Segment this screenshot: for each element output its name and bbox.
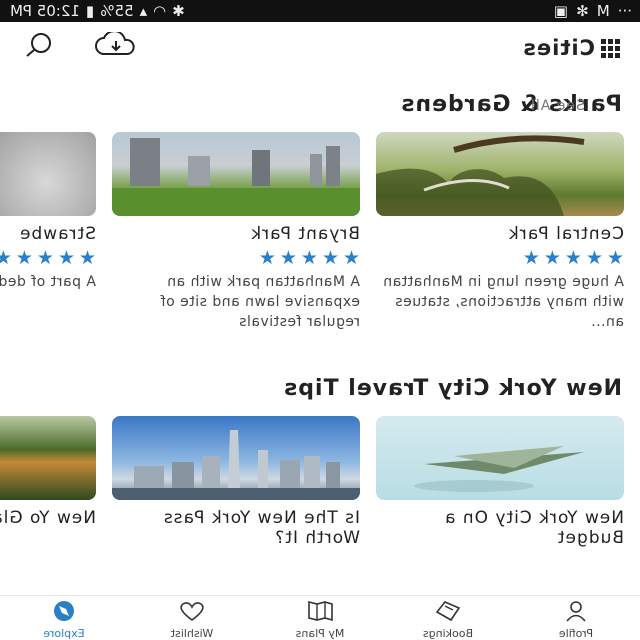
fan-icon: ✻: [576, 2, 589, 20]
star-rating: ★★★★★: [0, 247, 96, 269]
money-plane-image: [376, 416, 624, 500]
bluetooth-icon: ✱: [172, 2, 185, 20]
nyc-skyline-image: [112, 416, 360, 500]
app-bar: Cities: [0, 22, 640, 74]
card-title: Bryant Park: [250, 224, 360, 244]
tip-card[interactable]: Is The New York Pass Worth It?: [112, 416, 360, 548]
tab-label: Profile: [558, 627, 594, 640]
central-park-lake-image: [0, 416, 96, 500]
card-description: A Manhattan park with an expansive lawn …: [160, 274, 360, 330]
section-title-tips: New York City Travel Tips: [283, 376, 622, 401]
tab-explore[interactable]: Explore: [0, 596, 128, 640]
wifi-icon: ◠: [153, 2, 167, 20]
tab-wishlist[interactable]: Wishlist: [128, 596, 256, 640]
clock: 12:05 PM: [10, 2, 80, 20]
place-card[interactable]: Central Park ★★★★★ A huge green lung in …: [376, 132, 624, 332]
tab-label: Wishlist: [170, 627, 214, 640]
cities-logo-icon: [601, 38, 620, 58]
card-title: New York City On a Budget: [444, 508, 624, 548]
compass-icon: [54, 601, 74, 621]
gmail-icon: M: [596, 2, 610, 20]
strawberry-fields-image: [0, 132, 96, 216]
tab-bookings[interactable]: Bookings: [384, 596, 512, 640]
star-rating: ★★★★★: [518, 247, 624, 269]
star-rating: ★★★★★: [254, 247, 360, 269]
bottom-tab-bar: Profile Bookings My Plans Wishlist Explo…: [0, 595, 640, 640]
tip-card[interactable]: New Yo Glance: [0, 416, 96, 528]
card-title: New Yo Glance: [0, 508, 96, 528]
section-title-parks: Parks & Gardens: [400, 92, 622, 117]
tab-label: My Plans: [295, 627, 345, 640]
download-cloud-icon[interactable]: [94, 32, 138, 58]
card-title: Central Park: [507, 224, 624, 244]
tab-profile[interactable]: Profile: [512, 596, 640, 640]
battery-icon: ▮: [85, 2, 95, 20]
app-logo[interactable]: Cities: [522, 36, 620, 60]
screen: ··· M ✻ ▣ ✱ ◠ ▴ 55% ▮ 12:05 PM Cities Pa…: [0, 0, 640, 640]
place-card[interactable]: Strawbe ★★★★★ A part of dedicate Lennon: [0, 132, 96, 292]
signal-icon: ▴: [139, 2, 148, 20]
card-title: Strawbe: [18, 224, 96, 244]
overflow-dots: ···: [617, 2, 632, 20]
app-name: Cities: [522, 36, 595, 60]
heart-icon: [180, 602, 204, 621]
card-description: A part of dedicate Lennon: [0, 274, 96, 290]
notification-icon: ▣: [553, 2, 569, 20]
map-icon: [308, 600, 333, 622]
search-icon[interactable]: [24, 32, 54, 58]
central-park-image: [376, 132, 624, 216]
tip-card[interactable]: New York City On a Budget: [376, 416, 624, 548]
bryant-park-image: [112, 132, 360, 216]
tab-label: Bookings: [422, 627, 474, 640]
card-title: Is The New York Pass Worth It?: [162, 508, 360, 548]
status-bar: ··· M ✻ ▣ ✱ ◠ ▴ 55% ▮ 12:05 PM: [0, 0, 640, 22]
tab-label: Explore: [43, 627, 85, 640]
see-all-link[interactable]: See All: [530, 98, 585, 114]
place-card[interactable]: Bryant Park ★★★★★ A Manhattan park with …: [112, 132, 360, 332]
ticket-icon: [435, 601, 461, 622]
card-description: A huge green lung in Manhattan with many…: [382, 274, 624, 330]
battery-percent: 55%: [100, 2, 134, 20]
person-icon: [566, 601, 586, 622]
tab-my-plans[interactable]: My Plans: [256, 596, 384, 640]
